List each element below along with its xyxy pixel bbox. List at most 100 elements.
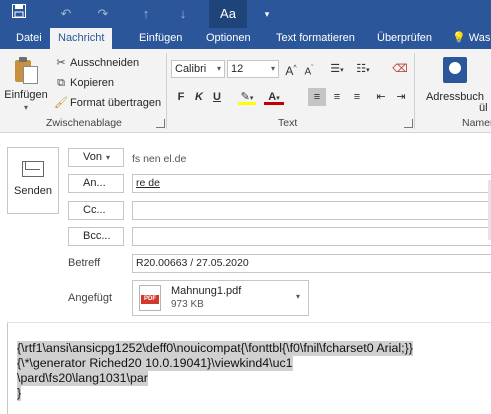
tell-me-label: Was	[468, 32, 491, 44]
highlight-button[interactable]: ✎▾	[236, 88, 258, 106]
align-left-icon: ≡	[313, 91, 321, 103]
quick-access-toolbar: ↶ ↷ ↑ ↓ Aa ▾	[0, 0, 491, 28]
previous-item-icon[interactable]: ↑	[135, 4, 157, 24]
increase-indent-button[interactable]: ⇥	[392, 88, 410, 106]
eraser-icon: ⌫	[392, 63, 408, 75]
from-value: fs nen el.de	[132, 153, 187, 165]
send-button[interactable]: Senden	[7, 147, 59, 214]
tab-nachricht[interactable]: Nachricht	[50, 28, 113, 49]
cc-field[interactable]	[132, 201, 491, 220]
font-color-bar	[264, 102, 284, 105]
tab-ueberpruefen[interactable]: Überprüfen	[369, 28, 440, 49]
align-center-button[interactable]: ≡	[328, 88, 346, 106]
group-separator	[166, 53, 167, 129]
subject-value: R20.00663 / 27.05.2020	[136, 257, 249, 269]
scissors-icon: ✂	[56, 57, 66, 69]
attachment-size: 973 KB	[171, 299, 204, 310]
tab-einfuegen[interactable]: Einfügen	[131, 28, 190, 49]
address-book-button[interactable]: Adressbuch	[420, 55, 490, 103]
bcc-field[interactable]	[132, 227, 491, 246]
send-label: Senden	[14, 185, 52, 197]
chevron-down-icon: ▾	[270, 64, 275, 73]
attachment-dropdown-icon[interactable]: ▾	[296, 292, 300, 301]
align-right-icon: ≡	[353, 91, 361, 103]
body-line: }	[17, 386, 22, 401]
from-label: Von	[83, 151, 102, 163]
italic-button[interactable]: K	[192, 88, 206, 106]
check-names-label: ül	[479, 102, 488, 114]
redo-icon[interactable]: ↷	[92, 4, 114, 24]
bullets-button[interactable]: ☰▾	[326, 60, 348, 78]
tab-optionen[interactable]: Optionen	[198, 28, 259, 49]
send-envelope-icon	[22, 161, 44, 177]
font-size-value: 12	[231, 63, 244, 75]
font-name-select[interactable]: Calibri ▾	[171, 60, 225, 78]
group-separator	[414, 53, 415, 129]
format-painter-label: Format übertragen	[70, 97, 162, 109]
to-value: re de	[136, 177, 160, 189]
underline-button[interactable]: U	[210, 88, 224, 106]
numbering-button[interactable]: ☷▾	[352, 60, 374, 78]
numbered-list-icon: ☷	[356, 63, 367, 75]
attachment-item[interactable]: PDF Mahnung1.pdf 973 KB ▾	[132, 280, 309, 316]
font-color-button[interactable]: A▾	[262, 88, 286, 106]
font-name-value: Calibri	[175, 63, 207, 75]
clipboard-dialog-launcher-icon[interactable]	[156, 119, 165, 128]
attached-label: Angefügt	[68, 292, 113, 304]
align-right-button[interactable]: ≡	[348, 88, 366, 106]
font-size-select[interactable]: 12 ▾	[227, 60, 279, 78]
tab-tell-me[interactable]: 💡 Was	[444, 28, 491, 49]
copy-button[interactable]: ⧉ Kopieren	[54, 75, 114, 91]
decrease-indent-icon: ⇤	[376, 91, 386, 103]
format-painter-button[interactable]: 🖌 Format übertragen	[54, 95, 161, 111]
subject-label: Betreff	[68, 257, 101, 269]
body-line: {\rtf1\ansi\ansicpg1252\deff0\nouicompat…	[17, 341, 413, 356]
paste-icon	[15, 57, 38, 84]
names-group-label: Namen	[462, 117, 491, 129]
chevron-down-icon: ▾	[105, 153, 110, 162]
shrink-font-button[interactable]: Aˇ	[301, 60, 317, 78]
cut-button[interactable]: ✂ Ausschneiden	[54, 55, 139, 71]
attachment-name: Mahnung1.pdf	[171, 285, 242, 297]
cut-label: Ausschneiden	[70, 57, 140, 69]
paste-button[interactable]: Einfügen ▾	[4, 55, 48, 112]
tab-datei[interactable]: Datei	[8, 28, 50, 49]
subject-field[interactable]: R20.00663 / 27.05.2020	[132, 254, 491, 273]
customize-toolbar-icon[interactable]: ▾	[258, 4, 276, 24]
copy-label: Kopieren	[70, 77, 115, 89]
address-book-icon	[443, 57, 467, 83]
body-line: \pard\fs20\lang1031\par	[17, 371, 148, 386]
clear-formatting-button[interactable]: ⌫	[392, 60, 408, 78]
next-item-icon[interactable]: ↓	[172, 4, 194, 24]
decrease-indent-button[interactable]: ⇤	[372, 88, 390, 106]
body-line: {\*\generator Riched20 10.0.19041}\viewk…	[17, 356, 293, 371]
to-button[interactable]: An...	[68, 174, 124, 193]
ribbon: Einfügen ▾ ✂ Ausschneiden ⧉ Kopieren 🖌 Form…	[0, 49, 491, 133]
grow-font-button[interactable]: A^	[283, 60, 299, 78]
tab-text-formatieren[interactable]: Text formatieren	[268, 28, 363, 49]
align-left-button[interactable]: ≡	[308, 88, 326, 106]
paintbrush-icon: 🖌	[54, 97, 68, 109]
clipboard-group-label: Zwischenablage	[46, 117, 122, 129]
lightbulb-icon: 💡	[452, 32, 466, 44]
pdf-file-icon: PDF	[139, 285, 161, 311]
highlight-color-bar	[238, 102, 256, 105]
align-center-icon: ≡	[333, 91, 341, 103]
from-button[interactable]: Von ▾	[68, 148, 124, 167]
ribbon-tabs: Datei Nachricht Einfügen Optionen Text f…	[0, 28, 491, 49]
bold-button[interactable]: F	[174, 88, 188, 106]
text-dialog-launcher-icon[interactable]	[404, 119, 413, 128]
to-field[interactable]: re de	[132, 174, 491, 193]
message-body[interactable]: {\rtf1\ansi\ansicpg1252\deff0\nouicompat…	[7, 323, 491, 414]
bullet-list-icon: ☰	[330, 63, 341, 75]
increase-indent-icon: ⇥	[396, 91, 406, 103]
paste-label: Einfügen	[4, 89, 48, 101]
text-group-label: Text	[278, 117, 298, 129]
bcc-button[interactable]: Bcc...	[68, 227, 124, 246]
paste-dropdown-icon[interactable]: ▾	[24, 103, 28, 112]
format-text-button[interactable]: Aa	[209, 0, 247, 28]
cc-button[interactable]: Cc...	[68, 201, 124, 220]
save-icon[interactable]	[8, 4, 30, 24]
copy-icon: ⧉	[57, 77, 65, 89]
undo-icon[interactable]: ↶	[55, 4, 77, 24]
